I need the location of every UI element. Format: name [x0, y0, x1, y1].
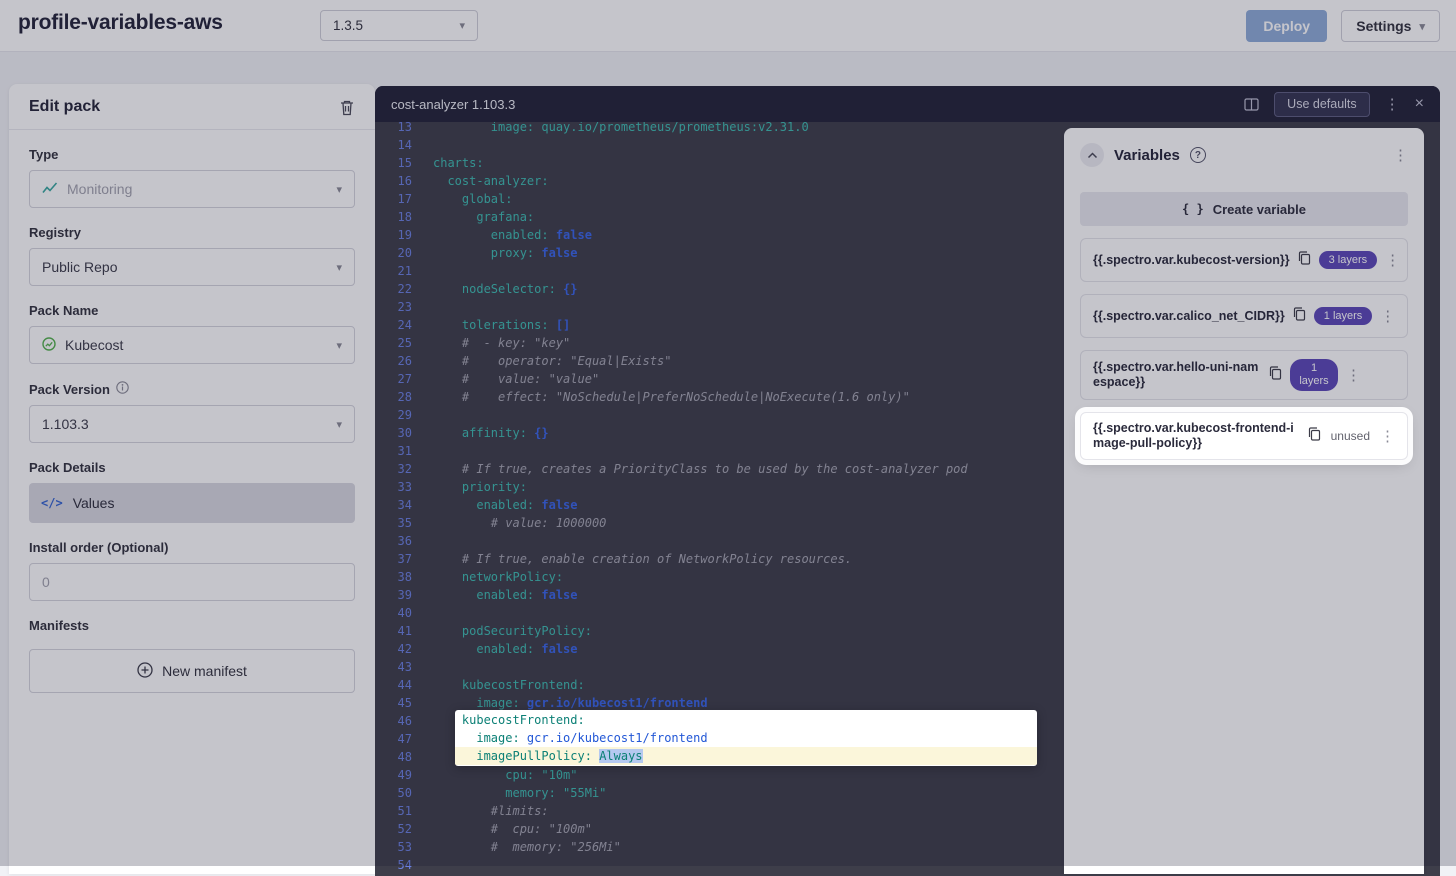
- editor-header: cost-analyzer 1.103.3 Use defaults ⋮ ×: [375, 86, 1440, 122]
- variables-header: Variables ? ⋮: [1080, 140, 1408, 170]
- pack-version-label-text: Pack Version: [29, 382, 110, 397]
- kubecost-pack-icon: [42, 337, 56, 354]
- variable-row-hello-uni-namespace[interactable]: {{.spectro.var.hello-uni-namespace}} 1 l…: [1080, 350, 1408, 400]
- chevron-down-icon: ▾: [336, 183, 342, 196]
- layers-badge: 1 layers: [1290, 359, 1338, 391]
- pack-version-label: Pack Version: [29, 381, 355, 397]
- registry-select[interactable]: Public Repo ▾: [29, 248, 355, 286]
- code-icon: </>: [41, 496, 63, 510]
- variable-row-calico-net-cidr[interactable]: {{.spectro.var.calico_net_CIDR}} 1 layer…: [1080, 294, 1408, 338]
- spotlight-code-block: kubecostFrontend: image: gcr.io/kubecost…: [455, 710, 1037, 766]
- variable-name: {{.spectro.var.hello-uni-namespace}}: [1093, 360, 1261, 390]
- settings-label: Settings: [1356, 18, 1411, 34]
- deploy-button[interactable]: Deploy: [1246, 10, 1327, 42]
- copy-icon[interactable]: [1269, 366, 1282, 385]
- pack-version-select[interactable]: 1.103.3 ▾: [29, 405, 355, 443]
- spotlight-code-lines: kubecostFrontend: image: gcr.io/kubecost…: [455, 711, 1037, 765]
- pack-name-select[interactable]: Kubecost ▾: [29, 326, 355, 364]
- variables-title: Variables: [1114, 147, 1180, 164]
- kebab-menu-icon[interactable]: ⋮: [1346, 368, 1361, 383]
- type-select[interactable]: Monitoring ▾: [29, 170, 355, 208]
- new-manifest-label: New manifest: [162, 663, 247, 679]
- top-bar: profile-variables-aws 1.3.5 ▾ Deploy Set…: [0, 0, 1456, 52]
- copy-icon[interactable]: [1308, 427, 1321, 446]
- kebab-menu-icon[interactable]: ⋮: [1380, 429, 1395, 444]
- help-icon[interactable]: ?: [1190, 147, 1206, 163]
- profile-version-value: 1.3.5: [333, 18, 363, 33]
- pack-name-label: Pack Name: [29, 303, 355, 318]
- kebab-menu-icon[interactable]: ⋮: [1393, 148, 1408, 163]
- info-icon: [116, 381, 129, 397]
- chevron-down-icon: ▾: [336, 261, 342, 274]
- pack-details-label: Pack Details: [29, 460, 355, 475]
- layers-badge: 3 layers: [1319, 251, 1378, 269]
- plus-circle-icon: [137, 662, 153, 681]
- divider: [9, 129, 375, 130]
- monitoring-chart-icon: [42, 181, 58, 197]
- install-order-label: Install order (Optional): [29, 540, 355, 555]
- settings-button[interactable]: Settings ▾: [1341, 10, 1440, 42]
- copy-icon[interactable]: [1293, 307, 1306, 326]
- topbar-actions: Deploy Settings ▾: [1246, 10, 1440, 42]
- new-manifest-button[interactable]: New manifest: [29, 649, 355, 693]
- registry-value: Public Repo: [42, 259, 327, 275]
- braces-icon: { }: [1182, 202, 1204, 216]
- pack-name-value: Kubecost: [65, 337, 327, 353]
- kebab-menu-icon[interactable]: ⋮: [1380, 309, 1395, 324]
- profile-version-select[interactable]: 1.3.5 ▾: [320, 10, 478, 41]
- install-order-input[interactable]: [29, 563, 355, 601]
- type-value: Monitoring: [67, 181, 327, 197]
- chevron-down-icon: ▾: [459, 19, 465, 32]
- profile-title: profile-variables-aws: [18, 11, 223, 35]
- diff-view-icon[interactable]: [1244, 98, 1259, 111]
- layers-badge: 1 layers: [1314, 307, 1373, 325]
- pack-details-value: Values: [73, 495, 115, 511]
- collapse-chevron-up-icon[interactable]: [1080, 143, 1104, 167]
- copy-icon[interactable]: [1298, 251, 1311, 270]
- variable-row-kubecost-version[interactable]: {{.spectro.var.kubecost-version}} 3 laye…: [1080, 238, 1408, 282]
- variables-panel: Variables ? ⋮ { } Create variable {{.spe…: [1064, 128, 1424, 874]
- use-defaults-button[interactable]: Use defaults: [1274, 92, 1369, 117]
- registry-label: Registry: [29, 225, 355, 240]
- kebab-menu-icon[interactable]: ⋮: [1385, 253, 1400, 268]
- pack-version-value: 1.103.3: [42, 416, 327, 432]
- type-label: Type: [29, 147, 355, 162]
- variable-name: {{.spectro.var.calico_net_CIDR}}: [1093, 309, 1285, 323]
- editor-title: cost-analyzer 1.103.3: [391, 97, 515, 112]
- chevron-down-icon: ▾: [1419, 20, 1425, 33]
- edit-pack-heading: Edit pack: [29, 98, 100, 116]
- edit-pack-panel: Edit pack Type Monitoring ▾ Registry Pub…: [9, 84, 375, 874]
- create-variable-label: Create variable: [1213, 202, 1306, 217]
- unused-badge: unused: [1329, 429, 1372, 443]
- variable-name: {{.spectro.var.kubecost-frontend-image-p…: [1093, 421, 1300, 451]
- chevron-down-icon: ▾: [336, 418, 342, 431]
- pack-details-values-item[interactable]: </> Values: [29, 483, 355, 523]
- manifests-label: Manifests: [29, 618, 355, 633]
- delete-pack-trash-icon[interactable]: [339, 99, 355, 116]
- close-icon[interactable]: ×: [1415, 95, 1424, 113]
- variable-row-kubecost-frontend-image-pull-policy[interactable]: {{.spectro.var.kubecost-frontend-image-p…: [1080, 412, 1408, 460]
- create-variable-button[interactable]: { } Create variable: [1080, 192, 1408, 226]
- kebab-menu-icon[interactable]: ⋮: [1385, 95, 1400, 113]
- chevron-down-icon: ▾: [336, 339, 342, 352]
- variable-name: {{.spectro.var.kubecost-version}}: [1093, 253, 1290, 267]
